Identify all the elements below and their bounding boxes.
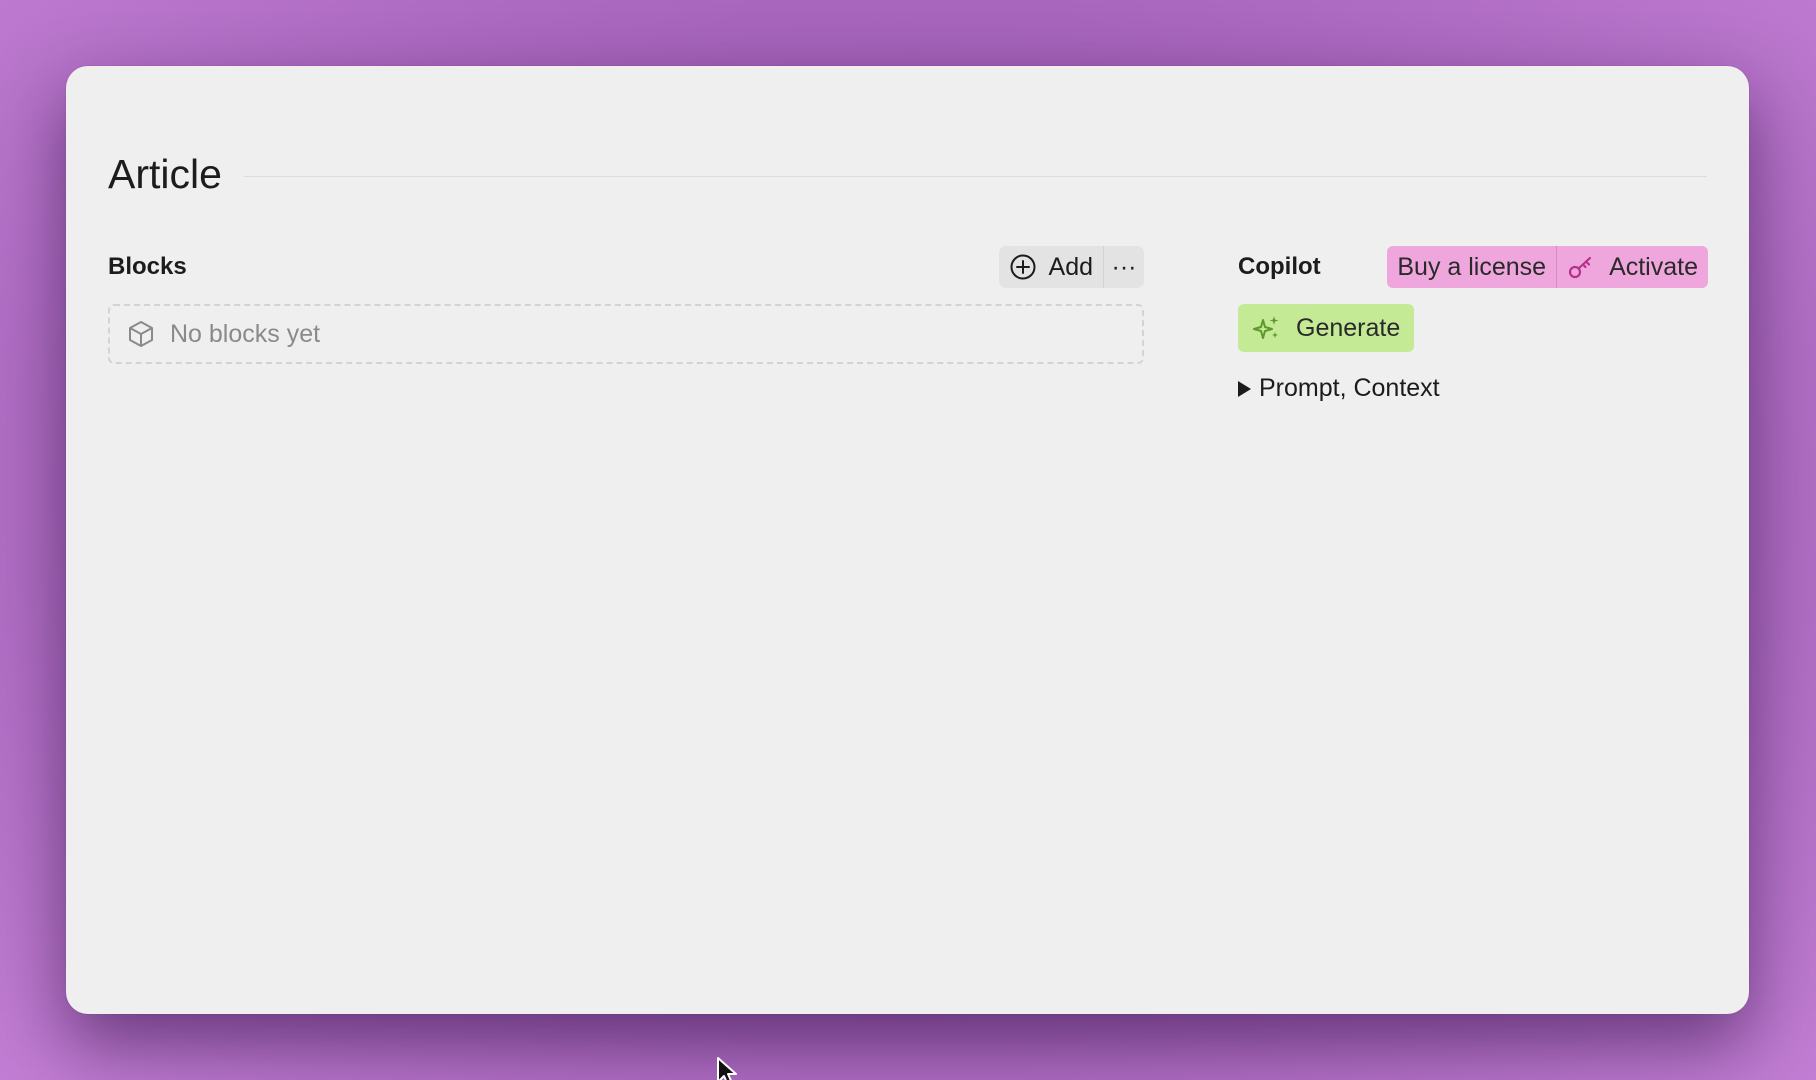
license-actions: Buy a license Activate [1387, 246, 1708, 288]
more-options-button[interactable]: ··· [1104, 246, 1144, 288]
blocks-actions: Add ··· [998, 246, 1144, 288]
disclosure-label: Prompt, Context [1259, 374, 1440, 402]
blocks-header: Blocks Add ··· [108, 246, 1144, 288]
sparkles-icon [1252, 313, 1282, 343]
copilot-header: Copilot Buy a license Activate [1238, 246, 1708, 288]
empty-state-text: No blocks yet [170, 319, 321, 348]
ellipsis-icon: ··· [1111, 252, 1137, 281]
plus-circle-icon [1009, 253, 1037, 281]
copilot-panel: Copilot Buy a license Activate Generate … [1238, 246, 1708, 403]
mouse-pointer-icon [716, 1056, 746, 1080]
blocks-empty-state: No blocks yet [108, 304, 1144, 364]
prompt-context-disclosure[interactable]: Prompt, Context [1238, 374, 1708, 403]
page-title: Article [108, 150, 222, 197]
activate-label: Activate [1609, 252, 1698, 281]
disclosure-triangle-icon [1238, 380, 1251, 397]
add-block-label: Add [1048, 252, 1093, 281]
copilot-title: Copilot [1238, 253, 1321, 280]
generate-label: Generate [1296, 313, 1401, 342]
page-header: Article [108, 144, 1707, 204]
blocks-panel: Blocks Add ··· No blocks yet [108, 246, 1144, 364]
title-divider [243, 175, 1707, 177]
buy-license-button[interactable]: Buy a license [1387, 246, 1556, 288]
buy-license-label: Buy a license [1397, 252, 1547, 281]
blocks-title: Blocks [108, 253, 187, 280]
app-window: Article Blocks Add ··· No blocks yet Cop… [66, 66, 1749, 1014]
activate-button[interactable]: Activate [1557, 246, 1708, 288]
cube-icon [126, 319, 156, 349]
generate-button[interactable]: Generate [1238, 304, 1415, 352]
key-icon [1567, 253, 1595, 281]
add-block-button[interactable]: Add [999, 246, 1103, 288]
